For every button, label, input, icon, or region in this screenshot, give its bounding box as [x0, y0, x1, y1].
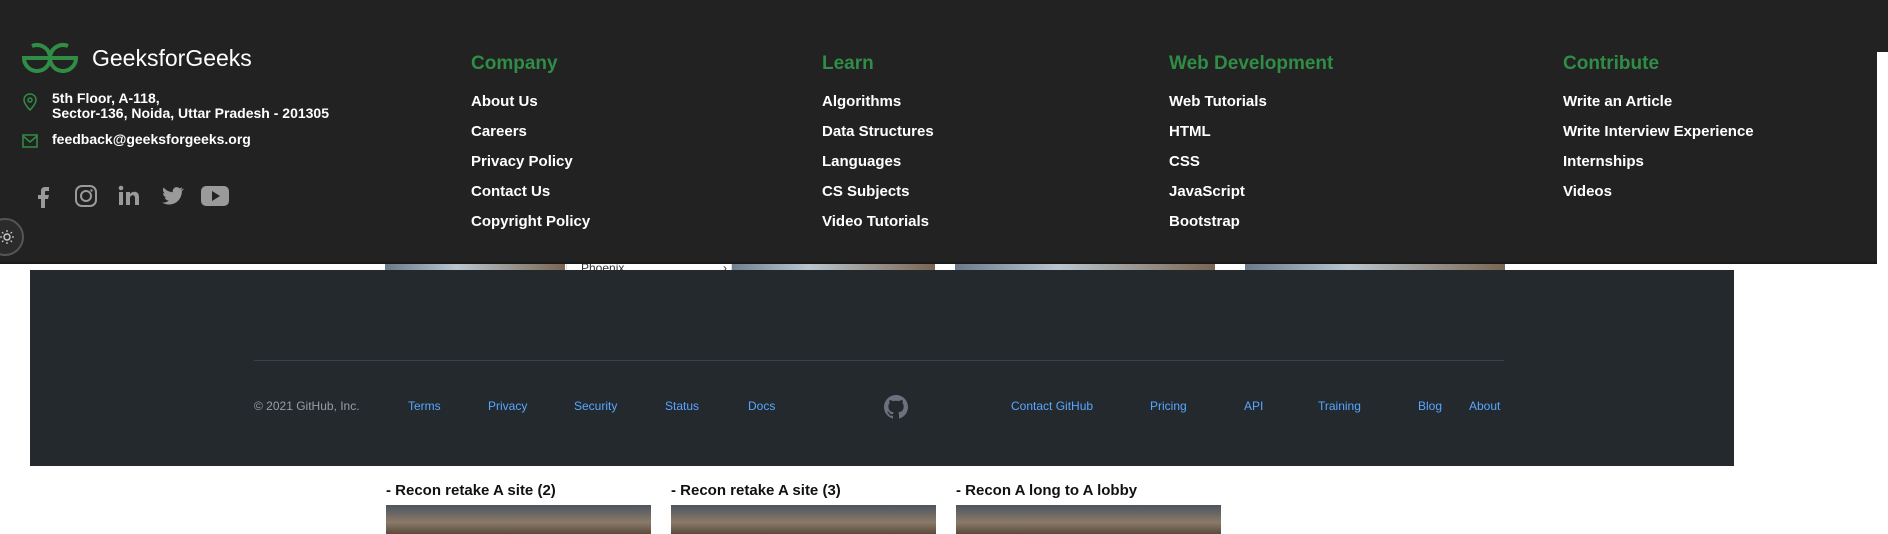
footer-heading-learn: Learn: [822, 53, 874, 74]
gfg-logo-icon: [21, 43, 79, 73]
github-link-training[interactable]: Training: [1318, 399, 1361, 413]
github-link-api[interactable]: API: [1244, 399, 1263, 413]
gfg-address: 5th Floor, A-118, Sector-136, Noida, Utt…: [22, 91, 329, 121]
footer-link-cs-subjects[interactable]: CS Subjects: [822, 183, 910, 200]
footer-link-videos[interactable]: Videos: [1563, 183, 1612, 200]
footer-link-careers[interactable]: Careers: [471, 123, 527, 140]
footer-link-about-us[interactable]: About Us: [471, 93, 538, 110]
github-footer: © 2021 GitHub, Inc. Terms Privacy Securi…: [30, 270, 1734, 466]
lineup-caption: - Recon retake A site (2): [386, 482, 556, 499]
footer-link-internships[interactable]: Internships: [1563, 153, 1644, 170]
gfg-footer-edge: [1877, 0, 1888, 52]
footer-link-copyright-policy[interactable]: Copyright Policy: [471, 213, 590, 230]
footer-link-write-article[interactable]: Write an Article: [1563, 93, 1672, 110]
github-copyright: © 2021 GitHub, Inc.: [254, 399, 360, 413]
footer-link-data-structures[interactable]: Data Structures: [822, 123, 934, 140]
mail-icon: [22, 134, 38, 148]
gfg-footer: GeeksforGeeks 5th Floor, A-118, Sector-1…: [0, 0, 1877, 264]
linkedin-icon[interactable]: [116, 183, 142, 209]
lineup-caption: - Recon A long to A lobby: [956, 482, 1138, 499]
footer-link-privacy-policy[interactable]: Privacy Policy: [471, 153, 573, 170]
github-link-pricing[interactable]: Pricing: [1150, 399, 1187, 413]
lineup-thumbnail[interactable]: [671, 505, 936, 534]
gfg-brand-name: GeeksforGeeks: [92, 44, 252, 71]
youtube-icon[interactable]: [200, 183, 230, 209]
footer-heading-web-development: Web Development: [1169, 53, 1334, 74]
footer-link-algorithms[interactable]: Algorithms: [822, 93, 901, 110]
address-line-1: 5th Floor, A-118,: [52, 90, 160, 106]
gfg-email[interactable]: feedback@geeksforgeeks.org: [22, 132, 251, 148]
gfg-email-link[interactable]: feedback@geeksforgeeks.org: [52, 132, 251, 147]
footer-link-contact-us[interactable]: Contact Us: [471, 183, 550, 200]
gfg-brand[interactable]: GeeksforGeeks: [18, 40, 252, 76]
facebook-icon[interactable]: [30, 183, 56, 209]
github-link-blog[interactable]: Blog: [1418, 399, 1442, 413]
sun-icon: [0, 230, 14, 244]
lineup-thumbnail[interactable]: [956, 505, 1221, 534]
footer-link-css[interactable]: CSS: [1169, 153, 1200, 170]
theme-toggle-button[interactable]: [0, 218, 24, 256]
footer-link-html[interactable]: HTML: [1169, 123, 1211, 140]
github-logo-icon[interactable]: [884, 395, 908, 419]
footer-heading-company: Company: [471, 53, 558, 74]
lineup-thumbnail[interactable]: [386, 505, 651, 534]
footer-link-bootstrap[interactable]: Bootstrap: [1169, 213, 1240, 230]
footer-link-video-tutorials[interactable]: Video Tutorials: [822, 213, 929, 230]
address-line-2: Sector-136, Noida, Uttar Pradesh - 20130…: [52, 105, 330, 121]
github-link-docs[interactable]: Docs: [748, 399, 775, 413]
github-link-contact[interactable]: Contact GitHub: [1011, 399, 1093, 413]
footer-heading-contribute: Contribute: [1563, 53, 1660, 74]
github-link-about[interactable]: About: [1469, 399, 1500, 413]
footer-link-write-interview-experience[interactable]: Write Interview Experience: [1563, 123, 1754, 140]
lineup-caption: - Recon retake A site (3): [671, 482, 841, 499]
github-link-status[interactable]: Status: [665, 399, 699, 413]
instagram-icon[interactable]: [73, 183, 99, 209]
footer-link-web-tutorials[interactable]: Web Tutorials: [1169, 93, 1267, 110]
github-link-security[interactable]: Security: [574, 399, 617, 413]
footer-link-javascript[interactable]: JavaScript: [1169, 183, 1245, 200]
twitter-icon[interactable]: [159, 183, 185, 209]
location-pin-icon: [23, 93, 37, 111]
github-link-privacy[interactable]: Privacy: [488, 399, 527, 413]
github-footer-inner: © 2021 GitHub, Inc. Terms Privacy Securi…: [254, 360, 1504, 421]
github-link-terms[interactable]: Terms: [408, 399, 441, 413]
footer-link-languages[interactable]: Languages: [822, 153, 901, 170]
